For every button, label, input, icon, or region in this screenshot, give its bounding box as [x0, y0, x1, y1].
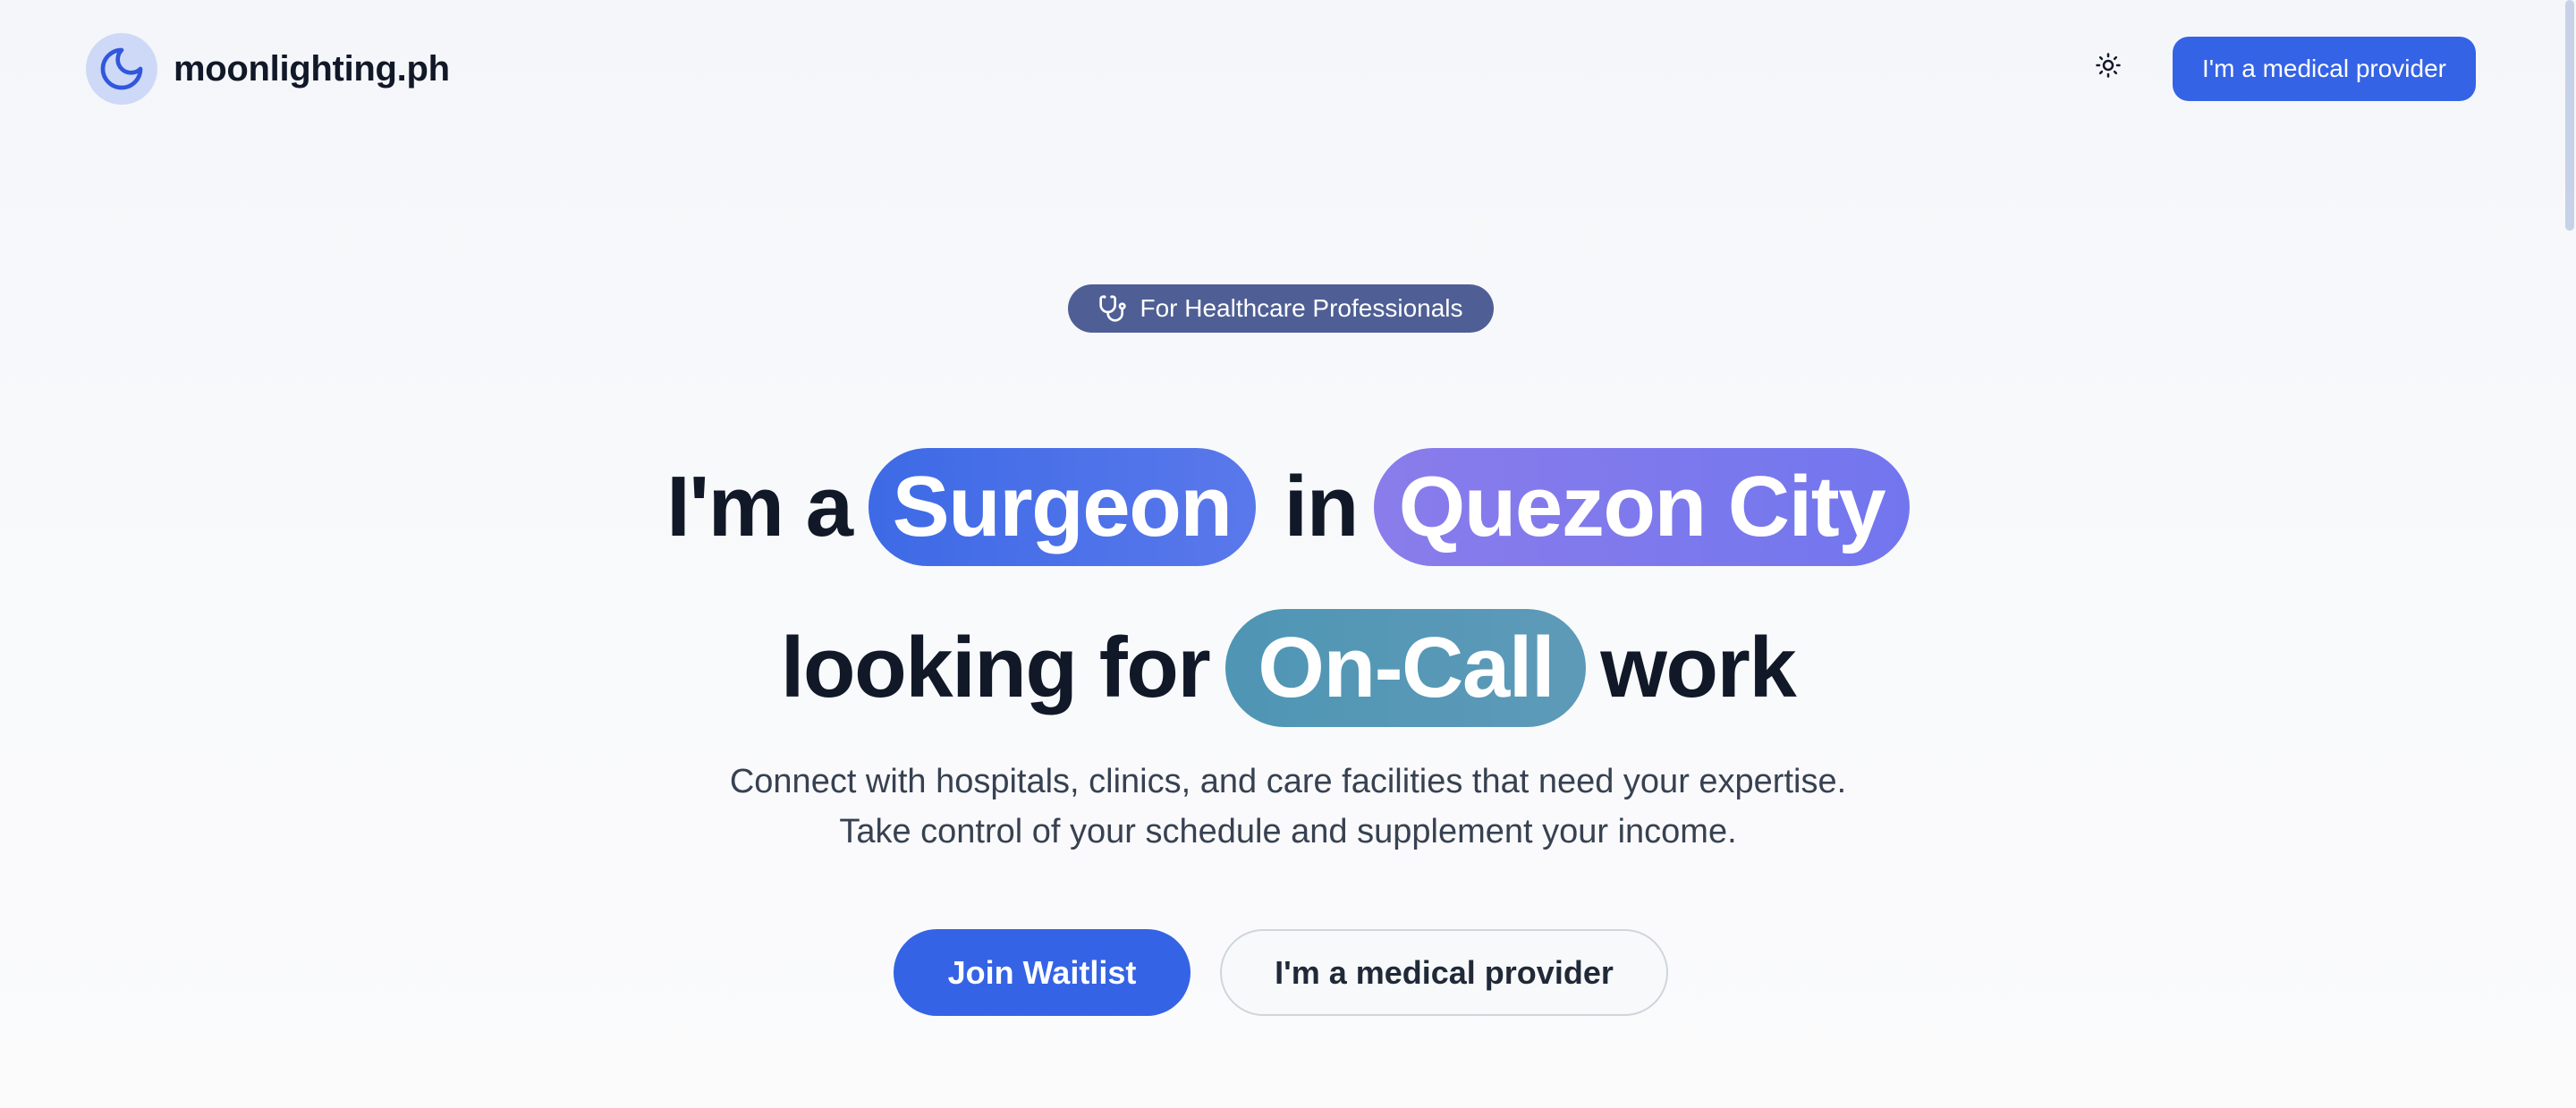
site-header: moonlighting.ph I'm a medical provider — [0, 0, 2576, 139]
eyebrow-label: For Healthcare Professionals — [1140, 294, 1463, 322]
theme-toggle-button[interactable] — [2090, 49, 2126, 85]
stethoscope-icon — [1098, 294, 1127, 323]
city-pill[interactable]: Quezon City — [1373, 448, 1910, 567]
headline-line-2: looking for On-Call work — [0, 609, 2576, 728]
eyebrow-badge: For Healthcare Professionals — [1068, 284, 1494, 333]
headline-suffix: work — [1600, 620, 1797, 716]
brand-name: moonlighting.ph — [174, 48, 450, 89]
sun-icon — [2095, 52, 2122, 83]
headline-prefix: I'm a — [666, 459, 853, 555]
medical-provider-button[interactable]: I'm a medical provider — [1220, 929, 1668, 1016]
subtitle-line-2: Take control of your schedule and supple… — [839, 813, 1737, 850]
role-pill[interactable]: Surgeon — [868, 448, 1256, 567]
join-waitlist-button[interactable]: Join Waitlist — [894, 929, 1191, 1016]
crescent-moon-icon — [86, 33, 157, 105]
header-medical-provider-button[interactable]: I'm a medical provider — [2173, 37, 2476, 101]
brand-logo[interactable]: moonlighting.ph — [86, 33, 450, 105]
subtitle-line-1: Connect with hospitals, clinics, and car… — [729, 763, 1847, 800]
headline-line-1: I'm a Surgeon in Quezon City — [0, 448, 2576, 567]
work-type-pill[interactable]: On-Call — [1225, 609, 1587, 728]
headline-connector: in — [1284, 459, 1360, 555]
headline-lead: looking for — [780, 620, 1211, 716]
scrollbar-thumb[interactable] — [2565, 0, 2574, 231]
